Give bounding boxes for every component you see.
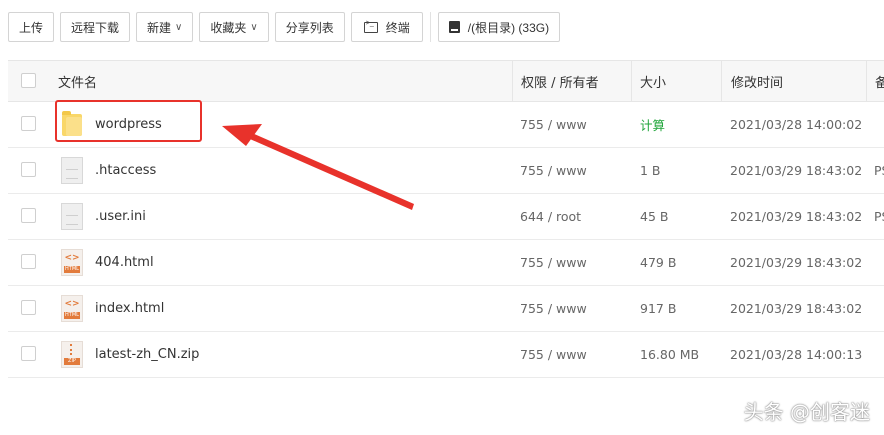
annotation-arrow	[222, 124, 414, 210]
watermark: 头条 @创客迷	[743, 400, 870, 424]
